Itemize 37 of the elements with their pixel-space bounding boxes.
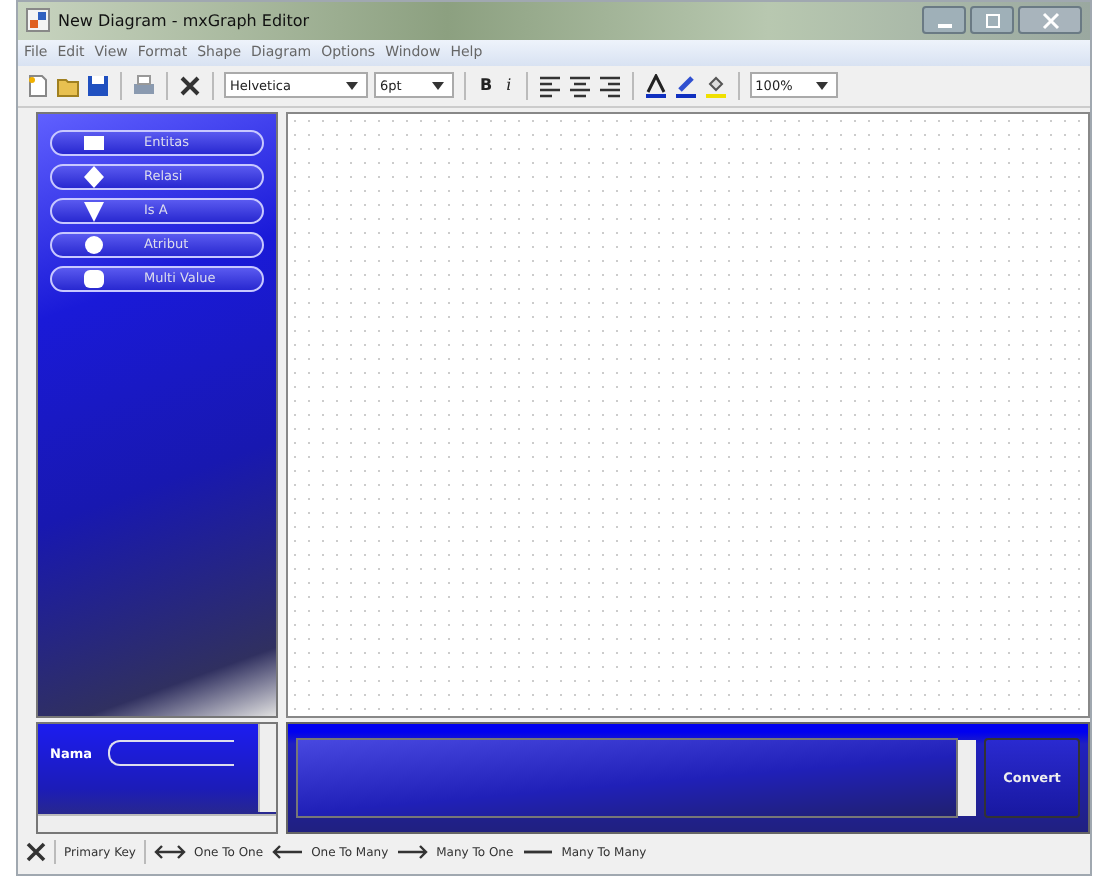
left-arrow-icon[interactable]	[271, 844, 304, 861]
right-arrow-icon[interactable]	[396, 844, 429, 861]
triangle-icon	[80, 197, 108, 224]
maximize-icon	[983, 11, 1001, 30]
output-text-area[interactable]	[296, 738, 958, 819]
double-arrow-icon[interactable]	[153, 844, 186, 861]
fill-color-icon[interactable]	[703, 73, 728, 98]
dropdown-arrow-icon[interactable]	[346, 81, 358, 90]
circle-icon	[80, 231, 108, 258]
bold-button[interactable]: B	[476, 76, 497, 95]
vertical-scrollbar[interactable]	[958, 740, 976, 817]
name-field[interactable]	[108, 740, 234, 767]
new-file-icon[interactable]	[26, 73, 50, 98]
horizontal-scrollbar[interactable]	[38, 814, 276, 833]
font-color-icon[interactable]	[643, 73, 668, 98]
app-icon	[26, 8, 50, 33]
close-button[interactable]	[1018, 6, 1082, 35]
minimize-button[interactable]	[922, 6, 966, 35]
align-right-icon[interactable]	[597, 73, 622, 98]
minimize-icon	[937, 23, 951, 28]
align-left-icon[interactable]	[537, 73, 562, 98]
maximize-button[interactable]	[970, 6, 1014, 35]
rounded-square-icon	[80, 265, 108, 292]
diamond-icon	[80, 163, 108, 190]
print-icon[interactable]	[132, 73, 156, 98]
save-icon[interactable]	[86, 73, 110, 98]
align-center-icon[interactable]	[567, 73, 592, 98]
line-color-icon[interactable]	[673, 73, 698, 98]
italic-button[interactable]: i	[502, 76, 516, 95]
cut-icon[interactable]	[178, 73, 202, 98]
folder-icon[interactable]	[56, 73, 80, 98]
dropdown-arrow-icon[interactable]	[432, 81, 444, 90]
dropdown-arrow-icon[interactable]	[815, 81, 828, 90]
close-icon	[1041, 11, 1059, 30]
cross-icon[interactable]	[26, 842, 46, 863]
vertical-scrollbar[interactable]	[258, 724, 276, 813]
window-title: New Diagram - mxGraph Editor	[58, 11, 310, 30]
